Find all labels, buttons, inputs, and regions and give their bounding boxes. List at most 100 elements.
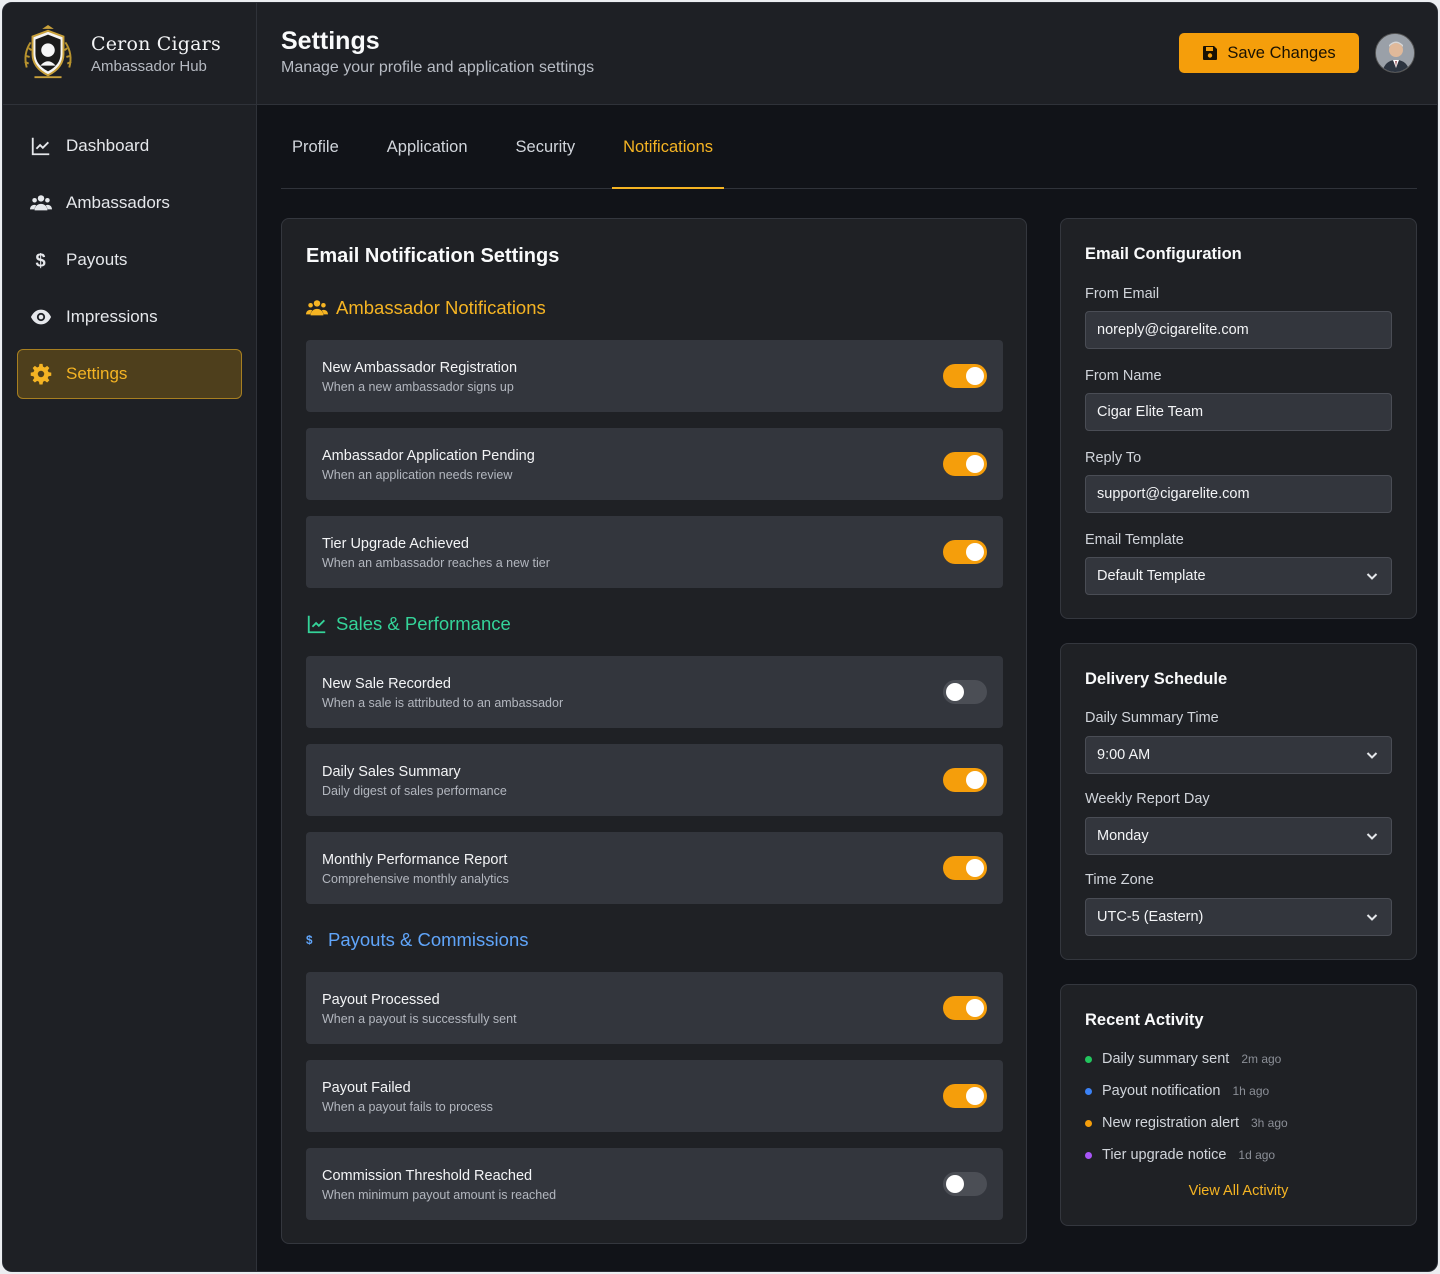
tab-profile[interactable]: Profile xyxy=(281,104,350,188)
notification-description: When a sale is attributed to an ambassad… xyxy=(322,696,564,710)
activity-text: New registration alert xyxy=(1102,1115,1239,1131)
notification-toggle[interactable] xyxy=(943,452,987,476)
activity-text: Daily summary sent xyxy=(1102,1051,1230,1067)
page-subtitle: Manage your profile and application sett… xyxy=(281,59,595,76)
card-title: Delivery Schedule xyxy=(1085,670,1228,688)
from-email-label: From Email xyxy=(1085,286,1160,302)
chevron-down-icon xyxy=(1366,914,1378,921)
chevron-down-icon xyxy=(1366,833,1378,840)
notification-row: Payout Processed When a payout is succes… xyxy=(306,972,1003,1044)
daily-summary-time-select[interactable]: 9:00 AM xyxy=(1085,736,1392,774)
email-notification-settings-card: Email Notification Settings Ambassador N… xyxy=(281,218,1027,1244)
from-name-label: From Name xyxy=(1085,368,1162,384)
dollar-icon: $ xyxy=(306,934,313,947)
notification-toggle[interactable] xyxy=(943,364,987,388)
svg-text:$: $ xyxy=(306,934,313,947)
notification-title: New Ambassador Registration xyxy=(322,360,518,376)
brand: Ceron Cigars Ambassador Hub xyxy=(3,3,256,105)
delivery-schedule-card: Delivery Schedule Daily Summary Time 9:0… xyxy=(1060,643,1417,960)
notification-title: Daily Sales Summary xyxy=(322,764,461,780)
sidebar-item-settings[interactable]: Settings xyxy=(17,349,242,399)
tab-security[interactable]: Security xyxy=(505,104,587,188)
chevron-down-icon xyxy=(1366,752,1378,759)
daily-summary-time-label: Daily Summary Time xyxy=(1085,710,1219,726)
activity-time: 2m ago xyxy=(1241,1052,1282,1066)
notification-toggle[interactable] xyxy=(943,1172,987,1196)
notification-title: Payout Failed xyxy=(322,1080,411,1096)
chart-line-icon xyxy=(307,615,326,634)
select-value: UTC-5 (Eastern) xyxy=(1097,909,1204,925)
weekly-report-day-label: Weekly Report Day xyxy=(1085,791,1210,807)
tab-application[interactable]: Application xyxy=(376,104,479,188)
section-title: Payouts & Commissions xyxy=(328,929,529,950)
notification-row: New Ambassador Registration When a new a… xyxy=(306,340,1003,412)
sidebar-nav: Dashboard Ambassadors $ Payouts Impressi… xyxy=(3,105,256,422)
weekly-report-day-select[interactable]: Monday xyxy=(1085,817,1392,855)
card-title: Recent Activity xyxy=(1085,1011,1204,1029)
select-value: 9:00 AM xyxy=(1097,747,1151,763)
notification-title: Tier Upgrade Achieved xyxy=(322,536,469,552)
activity-text: Tier upgrade notice xyxy=(1102,1147,1227,1163)
notification-description: When a payout is successfully sent xyxy=(322,1012,517,1026)
notification-toggle[interactable] xyxy=(943,680,987,704)
sidebar: Ceron Cigars Ambassador Hub Dashboard Am… xyxy=(3,3,257,1271)
sidebar-item-label: Dashboard xyxy=(66,136,150,155)
email-configuration-card: Email Configuration From Email noreply@c… xyxy=(1060,218,1417,619)
save-changes-button[interactable]: Save Changes xyxy=(1179,33,1359,73)
sidebar-item-payouts[interactable]: $ Payouts xyxy=(17,235,242,285)
sidebar-item-dashboard[interactable]: Dashboard xyxy=(17,121,242,171)
time-zone-label: Time Zone xyxy=(1085,872,1154,888)
notification-toggle[interactable] xyxy=(943,768,987,792)
status-dot xyxy=(1085,1151,1092,1159)
section-title: Sales & Performance xyxy=(336,613,511,634)
tab-notifications[interactable]: Notifications xyxy=(612,104,724,189)
notification-row: Payout Failed When a payout fails to pro… xyxy=(306,1060,1003,1132)
notification-title: Ambassador Application Pending xyxy=(322,448,535,464)
notification-description: When an ambassador reaches a new tier xyxy=(322,556,550,570)
card-title: Email Configuration xyxy=(1085,245,1242,263)
from-name-field[interactable]: Cigar Elite Team xyxy=(1085,393,1392,431)
notification-toggle[interactable] xyxy=(943,1084,987,1108)
activity-item: New registration alert 3h ago xyxy=(1085,1115,1288,1131)
notification-description: Daily digest of sales performance xyxy=(322,784,507,798)
activity-text: Payout notification xyxy=(1102,1083,1221,1099)
status-dot xyxy=(1085,1119,1092,1127)
sidebar-item-impressions[interactable]: Impressions xyxy=(17,292,242,342)
section-header-ambassador-notifications: Ambassador Notifications xyxy=(306,297,546,319)
notification-description: When a payout fails to process xyxy=(322,1100,493,1114)
page-title: Settings xyxy=(281,27,380,55)
eye-icon xyxy=(30,309,52,325)
notification-description: When minimum payout amount is reached xyxy=(322,1188,557,1202)
notification-description: When a new ambassador signs up xyxy=(322,380,514,394)
sidebar-item-label: Settings xyxy=(66,364,128,383)
dollar-icon: $ xyxy=(36,249,46,270)
reply-to-field[interactable]: support@cigarelite.com xyxy=(1085,475,1392,513)
card-title: Email Notification Settings xyxy=(306,245,560,267)
activity-time: 1d ago xyxy=(1238,1148,1276,1162)
notification-row: Tier Upgrade Achieved When an ambassador… xyxy=(306,516,1003,588)
notification-title: Monthly Performance Report xyxy=(322,852,508,868)
brand-name: Ceron Cigars xyxy=(91,32,221,55)
notification-toggle[interactable] xyxy=(943,996,987,1020)
notification-title: Payout Processed xyxy=(322,992,440,1008)
users-icon xyxy=(30,195,52,211)
notification-description: Comprehensive monthly analytics xyxy=(322,872,509,886)
users-icon xyxy=(306,300,328,316)
sidebar-item-label: Payouts xyxy=(66,250,128,269)
select-value: Monday xyxy=(1097,828,1149,844)
notification-row: Ambassador Application Pending When an a… xyxy=(306,428,1003,500)
avatar[interactable] xyxy=(1375,33,1415,73)
notification-toggle[interactable] xyxy=(943,540,987,564)
recent-activity-card: Recent Activity Daily summary sent 2m ag… xyxy=(1060,984,1417,1226)
section-header-payouts-commissions: $ Payouts & Commissions xyxy=(306,929,528,951)
notification-description: When an application needs review xyxy=(322,468,513,482)
sidebar-item-ambassadors[interactable]: Ambassadors xyxy=(17,178,242,228)
time-zone-select[interactable]: UTC-5 (Eastern) xyxy=(1085,898,1392,936)
view-all-activity-link[interactable]: View All Activity xyxy=(1061,1183,1416,1199)
from-email-field[interactable]: noreply@cigarelite.com xyxy=(1085,311,1392,349)
activity-time: 1h ago xyxy=(1232,1084,1270,1098)
app-window: Ceron Cigars Ambassador Hub Dashboard Am… xyxy=(2,2,1438,1272)
notification-toggle[interactable] xyxy=(943,856,987,880)
email-template-select[interactable]: Default Template xyxy=(1085,557,1392,595)
chevron-down-icon xyxy=(1366,573,1378,580)
